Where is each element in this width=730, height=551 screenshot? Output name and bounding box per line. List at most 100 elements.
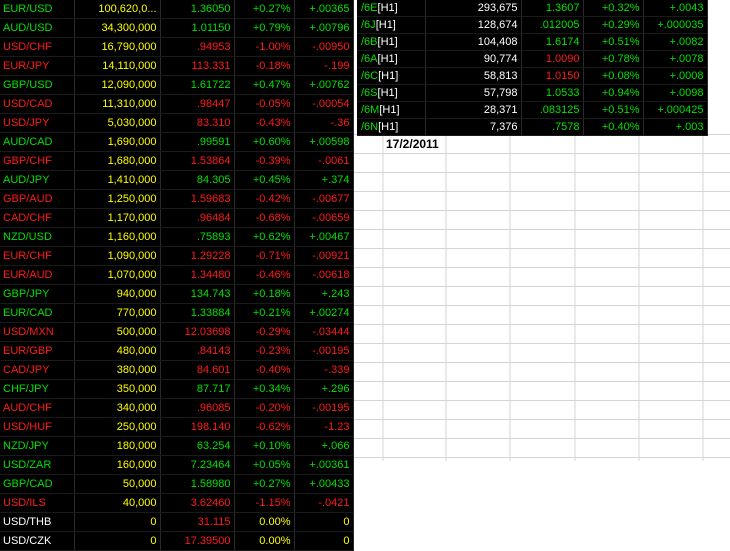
net-change-cell[interactable]: +.000035	[643, 16, 708, 34]
volume-cell[interactable]: 90,774	[425, 50, 522, 68]
net-change-cell[interactable]: +.243	[294, 284, 354, 304]
net-change-cell[interactable]: -.00195	[294, 398, 354, 418]
volume-cell[interactable]: 1,690,000	[74, 132, 161, 152]
price-cell[interactable]: 87.717	[160, 379, 235, 399]
volume-cell[interactable]: 1,160,000	[74, 227, 161, 247]
table-row[interactable]: CAD/JPY 380,000 84.601 -0.40% -.339	[0, 360, 354, 380]
percent-change-cell[interactable]: +0.47%	[234, 75, 295, 95]
volume-cell[interactable]: 380,000	[74, 360, 161, 380]
symbol-cell[interactable]: AUD/USD	[0, 18, 75, 38]
price-cell[interactable]: 1.34480	[160, 265, 235, 285]
volume-cell[interactable]: 14,110,000	[74, 56, 161, 76]
table-row[interactable]: GBP/CHF 1,680,000 1.53864 -0.39% -.0061	[0, 151, 354, 171]
table-row[interactable]: CAD/CHF 1,170,000.96484 -0.68% -.00659	[0, 208, 354, 228]
futures-symbol-cell[interactable]: /6A[H1]	[357, 50, 426, 68]
price-cell[interactable]: 31.115	[160, 512, 235, 532]
volume-cell[interactable]: 11,310,000	[74, 94, 161, 114]
price-cell[interactable]: 84.601	[160, 360, 235, 380]
percent-change-cell[interactable]: +0.62%	[234, 227, 295, 247]
percent-change-cell[interactable]: +0.60%	[234, 132, 295, 152]
net-change-cell[interactable]: -.199	[294, 56, 354, 76]
percent-change-cell[interactable]: 0.00%	[234, 531, 295, 551]
net-change-cell[interactable]: +.00274	[294, 303, 354, 323]
volume-cell[interactable]: 293,675	[425, 0, 522, 17]
percent-change-cell[interactable]: +0.34%	[234, 379, 295, 399]
symbol-cell[interactable]: GBP/CAD	[0, 474, 75, 494]
price-cell[interactable]: 1.0090	[521, 50, 584, 68]
price-cell[interactable]: 1.53864	[160, 151, 235, 171]
volume-cell[interactable]: 7,376	[425, 118, 522, 136]
symbol-cell[interactable]: USD/CAD	[0, 94, 75, 114]
table-row[interactable]: EUR/CHF 1,090,000 1.29228 -0.71% -.00921	[0, 246, 354, 266]
table-row[interactable]: USD/CHF 16,790,000.94953 -1.00% -.00950	[0, 37, 354, 57]
price-cell[interactable]: .012005	[521, 16, 584, 34]
volume-cell[interactable]: 250,000	[74, 417, 161, 437]
percent-change-cell[interactable]: -0.62%	[234, 417, 295, 437]
symbol-cell[interactable]: USD/CHF	[0, 37, 75, 57]
volume-cell[interactable]: 128,674	[425, 16, 522, 34]
futures-symbol-cell[interactable]: /6N[H1]	[357, 118, 426, 136]
price-cell[interactable]: 1.58980	[160, 474, 235, 494]
percent-change-cell[interactable]: -0.18%	[234, 56, 295, 76]
table-row[interactable]: /6E[H1] 293,675 1.3607 +0.32% +.0043	[357, 0, 708, 17]
futures-symbol-cell[interactable]: /6C[H1]	[357, 67, 426, 85]
table-row[interactable]: AUD/CHF 340,000.96085 -0.20% -.00195	[0, 398, 354, 418]
net-change-cell[interactable]: -.00195	[294, 341, 354, 361]
volume-cell[interactable]: 57,798	[425, 84, 522, 102]
volume-cell[interactable]: 58,813	[425, 67, 522, 85]
price-cell[interactable]: 198.140	[160, 417, 235, 437]
net-change-cell[interactable]: 0	[294, 512, 354, 532]
symbol-cell[interactable]: USD/ZAR	[0, 455, 75, 475]
volume-cell[interactable]: 34,300,000	[74, 18, 161, 38]
table-row[interactable]: EUR/AUD 1,070,000 1.34480 -0.46% -.00618	[0, 265, 354, 285]
percent-change-cell[interactable]: -0.05%	[234, 94, 295, 114]
volume-cell[interactable]: 480,000	[74, 341, 161, 361]
percent-change-cell[interactable]: -0.39%	[234, 151, 295, 171]
table-row[interactable]: AUD/USD 34,300,000 1.01150 +0.79% +.00796	[0, 18, 354, 38]
percent-change-cell[interactable]: +0.27%	[234, 474, 295, 494]
price-cell[interactable]: .99591	[160, 132, 235, 152]
net-change-cell[interactable]: -.00921	[294, 246, 354, 266]
symbol-cell[interactable]: EUR/AUD	[0, 265, 75, 285]
price-cell[interactable]: .98447	[160, 94, 235, 114]
price-cell[interactable]: .96484	[160, 208, 235, 228]
volume-cell[interactable]: 340,000	[74, 398, 161, 418]
net-change-cell[interactable]: +.374	[294, 170, 354, 190]
futures-symbol-cell[interactable]: /6M[H1]	[357, 101, 426, 119]
table-row[interactable]: /6C[H1] 58,813 1.0150 +0.08% +.0008	[357, 67, 708, 85]
net-change-cell[interactable]: -.36	[294, 113, 354, 133]
date-cell[interactable]: 17/2/2011	[383, 135, 448, 153]
price-cell[interactable]: .7578	[521, 118, 584, 136]
volume-cell[interactable]: 1,070,000	[74, 265, 161, 285]
table-row[interactable]: GBP/JPY 940,000 134.743 +0.18% +.243	[0, 284, 354, 304]
percent-change-cell[interactable]: +0.94%	[583, 84, 644, 102]
symbol-cell[interactable]: USD/MXN	[0, 322, 75, 342]
symbol-cell[interactable]: EUR/GBP	[0, 341, 75, 361]
percent-change-cell[interactable]: +0.51%	[583, 33, 644, 51]
net-change-cell[interactable]: -.00950	[294, 37, 354, 57]
symbol-cell[interactable]: GBP/USD	[0, 75, 75, 95]
futures-symbol-cell[interactable]: /6E[H1]	[357, 0, 426, 17]
net-change-cell[interactable]: +.0098	[643, 84, 708, 102]
price-cell[interactable]: 63.254	[160, 436, 235, 456]
net-change-cell[interactable]: -.00054	[294, 94, 354, 114]
volume-cell[interactable]: 50,000	[74, 474, 161, 494]
table-row[interactable]: /6B[H1] 104,408 1.6174 +0.51% +.0082	[357, 33, 708, 51]
table-row[interactable]: NZD/USD 1,160,000.75893 +0.62% +.00467	[0, 227, 354, 247]
volume-cell[interactable]: 1,170,000	[74, 208, 161, 228]
net-change-cell[interactable]: -.339	[294, 360, 354, 380]
table-row[interactable]: GBP/AUD 1,250,000 1.59683 -0.42% -.00677	[0, 189, 354, 209]
symbol-cell[interactable]: AUD/JPY	[0, 170, 75, 190]
net-change-cell[interactable]: -.0061	[294, 151, 354, 171]
futures-symbol-cell[interactable]: /6J[H1]	[357, 16, 426, 34]
price-cell[interactable]: 17.39500	[160, 531, 235, 551]
net-change-cell[interactable]: +.000425	[643, 101, 708, 119]
table-row[interactable]: /6N[H1] 7,376.7578 +0.40% +.003	[357, 118, 708, 136]
symbol-cell[interactable]: EUR/CAD	[0, 303, 75, 323]
volume-cell[interactable]: 180,000	[74, 436, 161, 456]
percent-change-cell[interactable]: +0.08%	[583, 67, 644, 85]
percent-change-cell[interactable]: -0.43%	[234, 113, 295, 133]
net-change-cell[interactable]: +.00433	[294, 474, 354, 494]
price-cell[interactable]: 134.743	[160, 284, 235, 304]
symbol-cell[interactable]: AUD/CHF	[0, 398, 75, 418]
